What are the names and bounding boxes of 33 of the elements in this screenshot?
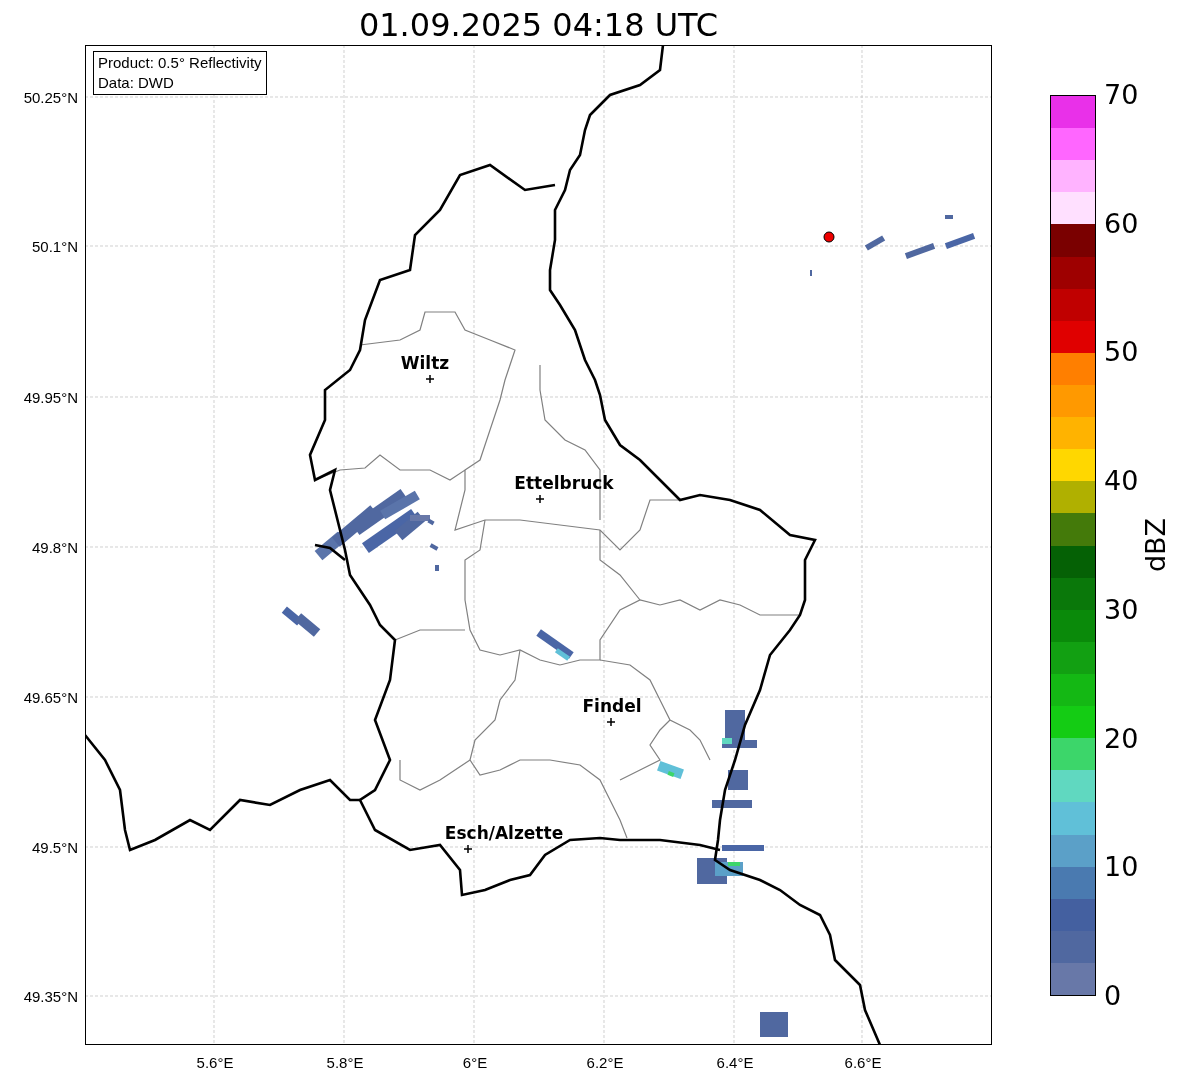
city-marker-icon (464, 845, 472, 853)
colorbar-tick-label: 20 (1104, 723, 1139, 754)
colorbar-tick-label: 10 (1104, 852, 1139, 883)
longitude-label: 6°E (462, 1054, 488, 1072)
latitude-label: 49.8°N (31, 539, 78, 557)
city-marker-icon (607, 718, 615, 726)
colorbar-tick-label: 50 (1104, 337, 1139, 368)
city-label: Findel (582, 696, 642, 716)
latitude-label: 49.5°N (31, 839, 78, 857)
colorbar-tick-label: 70 (1104, 80, 1139, 110)
colorbar-tick-label: 0 (1104, 981, 1122, 1011)
latitude-label: 50.25°N (23, 89, 78, 107)
colorbar-tick-label: 40 (1104, 466, 1139, 497)
info-text: Data: DWD (98, 73, 175, 93)
latitude-label: 50.1°N (31, 238, 78, 256)
city-marker-icon (536, 495, 544, 503)
latitude-label: 49.65°N (23, 689, 78, 707)
colorbar-tick-label: 30 (1104, 594, 1139, 625)
longitude-label: 6.4°E (716, 1054, 754, 1072)
longitude-label: 6.6°E (844, 1054, 882, 1072)
city-label: Esch/Alzette (444, 823, 564, 843)
latitude-label: 49.35°N (23, 988, 78, 1006)
city-label: Ettelbruck (514, 473, 614, 493)
longitude-label: 5.8°E (326, 1054, 364, 1072)
longitude-label: 5.6°E (196, 1054, 234, 1072)
longitude-label: 6.2°E (586, 1054, 624, 1072)
chart-title: 01.09.2025 04:18 UTC (358, 5, 719, 45)
info-text: Product: 0.5° Reflectivity (98, 53, 262, 73)
colorbar-label: dBZ (1141, 517, 1171, 573)
city-label: Wiltz (400, 353, 450, 373)
latitude-label: 49.95°N (23, 389, 78, 407)
colorbar-tick-label: 60 (1104, 208, 1139, 239)
city-marker-icon (426, 375, 434, 383)
